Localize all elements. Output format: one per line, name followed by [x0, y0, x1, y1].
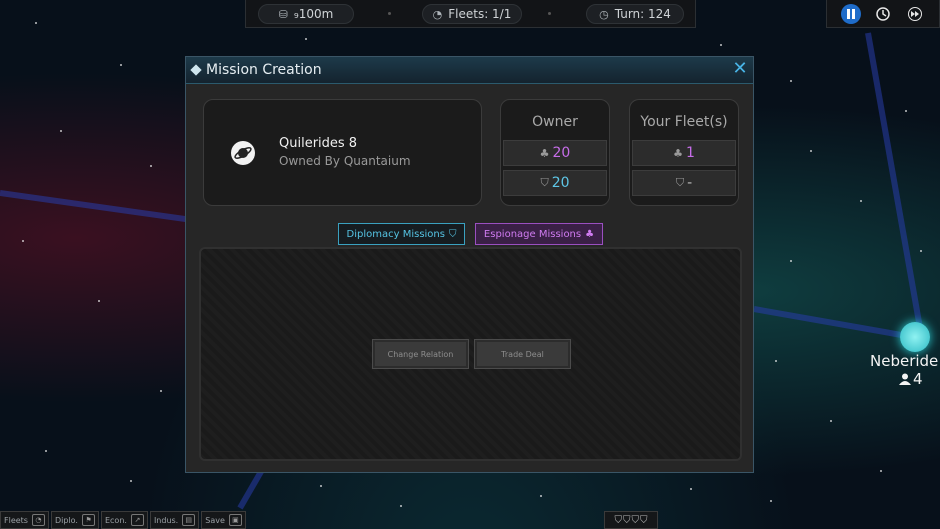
shield-icon: ⛉: [631, 514, 640, 526]
flag-icon: ⚑: [81, 514, 95, 526]
credits-value: ₉100m: [293, 7, 334, 21]
pause-icon: [847, 9, 855, 19]
close-button[interactable]: ✕: [731, 60, 749, 78]
tab-label: Diplomacy Missions: [346, 228, 445, 240]
menu-label: Fleets: [4, 515, 28, 525]
your-fleets-title: Your Fleet(s): [640, 114, 728, 130]
planet-owner: Owned By Quantaium: [279, 154, 411, 168]
save-menu-button[interactable]: Save ▣: [201, 511, 246, 529]
hyperlane: [753, 306, 913, 340]
owner-diplomacy-stat: ⛉ 20: [503, 170, 607, 196]
fleet-icon: ◔: [432, 7, 443, 21]
tab-label: Espionage Missions: [483, 228, 582, 240]
top-status-bar: ⛁ ₉100m ◔ Fleets: 1/1 ◷ Turn: 124: [245, 0, 696, 28]
handshake-icon: ⛉: [675, 176, 685, 189]
spy-icon: ♣: [673, 146, 683, 160]
separator-dot: [548, 12, 551, 15]
mission-creation-dialog: Mission Creation ✕ Quilerides 8 Owned By…: [185, 56, 754, 473]
diplomacy-menu-button[interactable]: Diplo. ⚑: [50, 511, 99, 529]
system-population: 4: [899, 370, 923, 388]
menu-label: Indus.: [153, 515, 179, 525]
menu-label: Econ.: [104, 515, 127, 525]
economy-menu-button[interactable]: Econ. ↗: [100, 511, 148, 529]
shield-icon: ⛉: [614, 514, 623, 526]
planet-icon: [231, 141, 255, 165]
fleet-espionage-stat: ♣ 1: [632, 140, 736, 166]
tab-espionage-missions[interactable]: Espionage Missions ♣: [475, 223, 603, 245]
turn-label: Turn: 124: [614, 7, 671, 21]
credits-icon: ⛁: [278, 7, 288, 21]
tab-diplomacy-missions[interactable]: Diplomacy Missions ⛉: [338, 223, 465, 245]
shield-icon: ⛉: [623, 514, 631, 526]
save-icon: ▣: [228, 514, 242, 526]
spy-icon: ♣: [585, 228, 595, 240]
your-fleets-card: Your Fleet(s) ♣ 1 ⛉ -: [629, 99, 739, 206]
population-value: 4: [913, 370, 923, 388]
menu-label: Save: [205, 515, 225, 525]
system-name[interactable]: Neberide: [870, 352, 938, 370]
credits-pill: ⛁ ₉100m: [258, 4, 354, 24]
fast-forward-icon: [908, 7, 922, 21]
fleet-diplomacy-stat: ⛉ -: [632, 170, 736, 196]
hyperlane: [0, 190, 199, 224]
separator-dot: [388, 12, 391, 15]
handshake-icon: ⛉: [448, 228, 457, 240]
diamond-icon: [190, 64, 202, 76]
hyperlane: [865, 32, 924, 329]
speed-button[interactable]: [873, 4, 893, 24]
handshake-icon: ⛉: [540, 176, 549, 189]
trade-deal-button[interactable]: Trade Deal: [474, 339, 571, 369]
close-icon: ✕: [732, 58, 748, 79]
spy-icon: ♣: [539, 146, 550, 160]
bottom-menu-bar: Fleets ◔ Diplo. ⚑ Econ. ↗ Indus. ▤ Save …: [0, 511, 246, 529]
fleets-menu-button[interactable]: Fleets ◔: [0, 511, 49, 529]
shield-icon: ⛉: [640, 514, 648, 526]
target-planet-card: Quilerides 8 Owned By Quantaium: [203, 99, 482, 206]
menu-label: Diplo.: [54, 515, 78, 525]
fast-forward-button[interactable]: [905, 4, 925, 24]
diplomacy-shields-indicator[interactable]: ⛉ ⛉ ⛉ ⛉: [604, 511, 658, 529]
owner-espionage-value: 20: [552, 145, 571, 161]
change-relation-button[interactable]: Change Relation: [372, 339, 469, 369]
turn-pill[interactable]: ◷ Turn: 124: [586, 4, 684, 24]
fleets-label: Fleets: 1/1: [448, 7, 512, 21]
person-icon: [899, 373, 911, 385]
dialog-title: Mission Creation: [206, 62, 322, 78]
missions-panel: Change Relation Trade Deal: [199, 247, 742, 461]
dialog-header: Mission Creation ✕: [186, 57, 753, 84]
owner-stats-card: Owner ♣ 20 ⛉ 20: [500, 99, 610, 206]
planet-name: Quilerides 8: [279, 136, 358, 151]
industry-menu-button[interactable]: Indus. ▤: [149, 511, 200, 529]
pause-button[interactable]: [841, 4, 861, 24]
chart-icon: ↗: [130, 514, 144, 526]
time-controls: [826, 0, 940, 28]
factory-icon: ▤: [182, 514, 196, 526]
fleet-icon: ◔: [31, 514, 45, 526]
owner-title: Owner: [532, 114, 578, 130]
owner-espionage-stat: ♣ 20: [503, 140, 607, 166]
fleet-diplomacy-value: -: [687, 175, 693, 191]
fleet-espionage-value: 1: [685, 145, 695, 161]
clock-icon: ◷: [599, 7, 609, 21]
clock-icon: [876, 7, 890, 21]
fleets-pill[interactable]: ◔ Fleets: 1/1: [422, 4, 522, 24]
owner-diplomacy-value: 20: [551, 175, 570, 191]
star-system-node[interactable]: [900, 322, 930, 352]
